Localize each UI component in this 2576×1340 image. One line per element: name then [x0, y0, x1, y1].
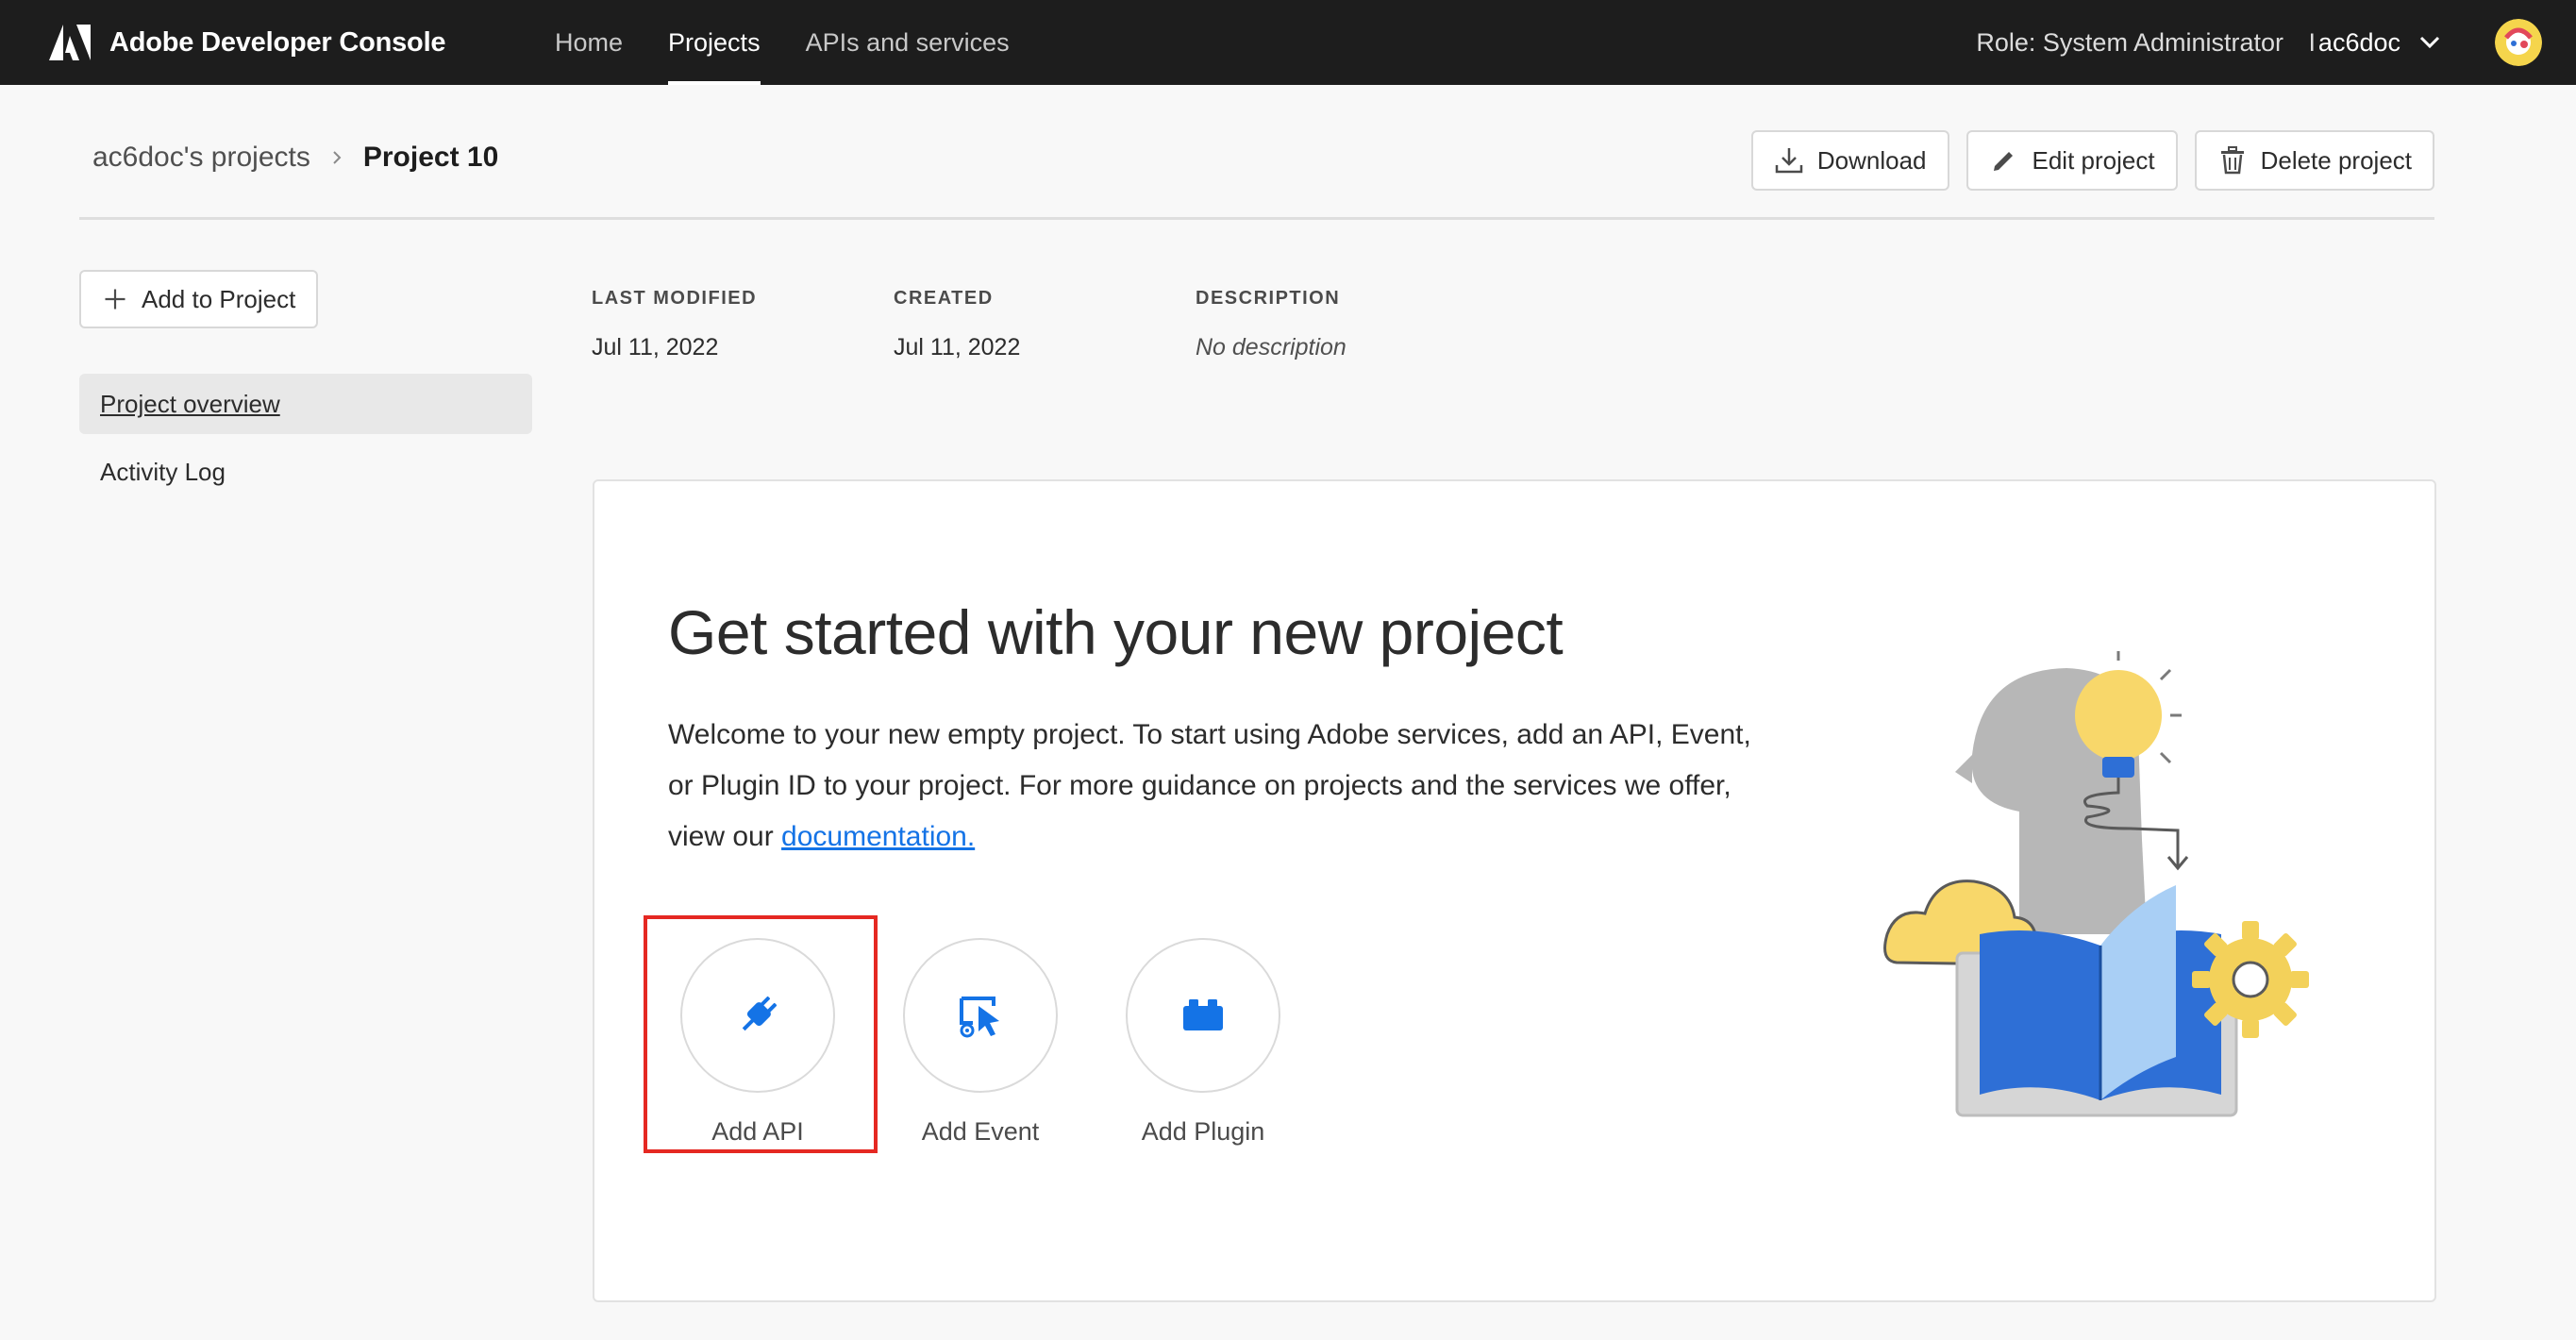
- created-label: CREATED: [894, 288, 994, 309]
- project-actions: Download Edit project Delete project: [1750, 130, 2434, 191]
- org-switcher[interactable]: ac6doc: [2318, 0, 2442, 85]
- add-plugin-button[interactable]: Add Plugin: [1125, 938, 1281, 1147]
- description-block: DESCRIPTION No description: [1196, 288, 1347, 361]
- page-title: Project 10: [362, 142, 499, 173]
- nav-projects[interactable]: Projects: [668, 0, 761, 85]
- download-label: Download: [1816, 145, 1927, 175]
- last-modified-block: LAST MODIFIED Jul 11, 2022: [592, 288, 757, 361]
- plugin-icon: [1183, 999, 1223, 1030]
- pencil-icon: [1993, 152, 2013, 171]
- add-plugin-label: Add Plugin: [1141, 1117, 1265, 1146]
- description-value: No description: [1196, 334, 1347, 360]
- documentation-link[interactable]: documentation.: [781, 821, 975, 852]
- created-value: Jul 11, 2022: [894, 334, 1021, 360]
- chevron-down-icon: [2419, 36, 2440, 49]
- nav-home[interactable]: Home: [555, 0, 623, 85]
- role-label: Role: System Administrator: [1976, 27, 2283, 57]
- delete-project-button[interactable]: Delete project: [2194, 130, 2434, 191]
- nav-apis-and-services[interactable]: APIs and services: [806, 0, 1010, 85]
- get-started-illustration: [1883, 651, 2309, 1117]
- created-block: CREATED Jul 11, 2022: [894, 288, 1020, 361]
- edit-project-button[interactable]: Edit project: [1965, 130, 2178, 191]
- main-nav: Home Projects APIs and services: [555, 0, 1010, 85]
- add-plugin-circle[interactable]: [1126, 938, 1280, 1093]
- add-to-project-button[interactable]: Add to Project: [79, 270, 319, 328]
- plus-icon: [105, 289, 125, 310]
- card-description: Welcome to your new empty project. To st…: [668, 710, 1781, 863]
- trash-icon: [2220, 146, 2244, 175]
- avatar[interactable]: [2495, 19, 2542, 66]
- add-event-button[interactable]: Add Event: [902, 938, 1059, 1147]
- event-icon: [960, 997, 999, 1038]
- last-modified-value: Jul 11, 2022: [592, 334, 719, 360]
- breadcrumb-parent-link[interactable]: ac6doc's projects: [92, 142, 310, 174]
- highlight-box: [644, 915, 878, 1153]
- add-event-circle[interactable]: [903, 938, 1058, 1093]
- edit-project-label: Edit project: [2032, 145, 2155, 175]
- last-modified-label: LAST MODIFIED: [592, 288, 758, 309]
- add-to-project-label: Add to Project: [142, 284, 296, 313]
- header-divider: [79, 217, 2434, 220]
- role-separator: I: [2308, 27, 2316, 57]
- download-icon: [1775, 148, 1803, 174]
- add-event-label: Add Event: [921, 1117, 1040, 1146]
- chevron-right-icon: [333, 151, 342, 164]
- brand-name: Adobe Developer Console: [109, 26, 446, 58]
- sidebar-item-project-overview[interactable]: Project overview: [79, 374, 532, 434]
- card-title: Get started with your new project: [668, 597, 1564, 667]
- adobe-logo-icon: [49, 25, 91, 60]
- description-label: DESCRIPTION: [1196, 288, 1341, 309]
- org-name: ac6doc: [2317, 27, 2400, 57]
- top-navigation-bar: Adobe Developer Console Home Projects AP…: [0, 0, 2576, 85]
- sidebar-item-activity-log[interactable]: Activity Log: [79, 442, 532, 502]
- download-button[interactable]: Download: [1750, 130, 1949, 191]
- delete-project-label: Delete project: [2260, 145, 2412, 175]
- breadcrumb: ac6doc's projects Project 10: [92, 142, 498, 174]
- brand[interactable]: Adobe Developer Console: [49, 0, 446, 85]
